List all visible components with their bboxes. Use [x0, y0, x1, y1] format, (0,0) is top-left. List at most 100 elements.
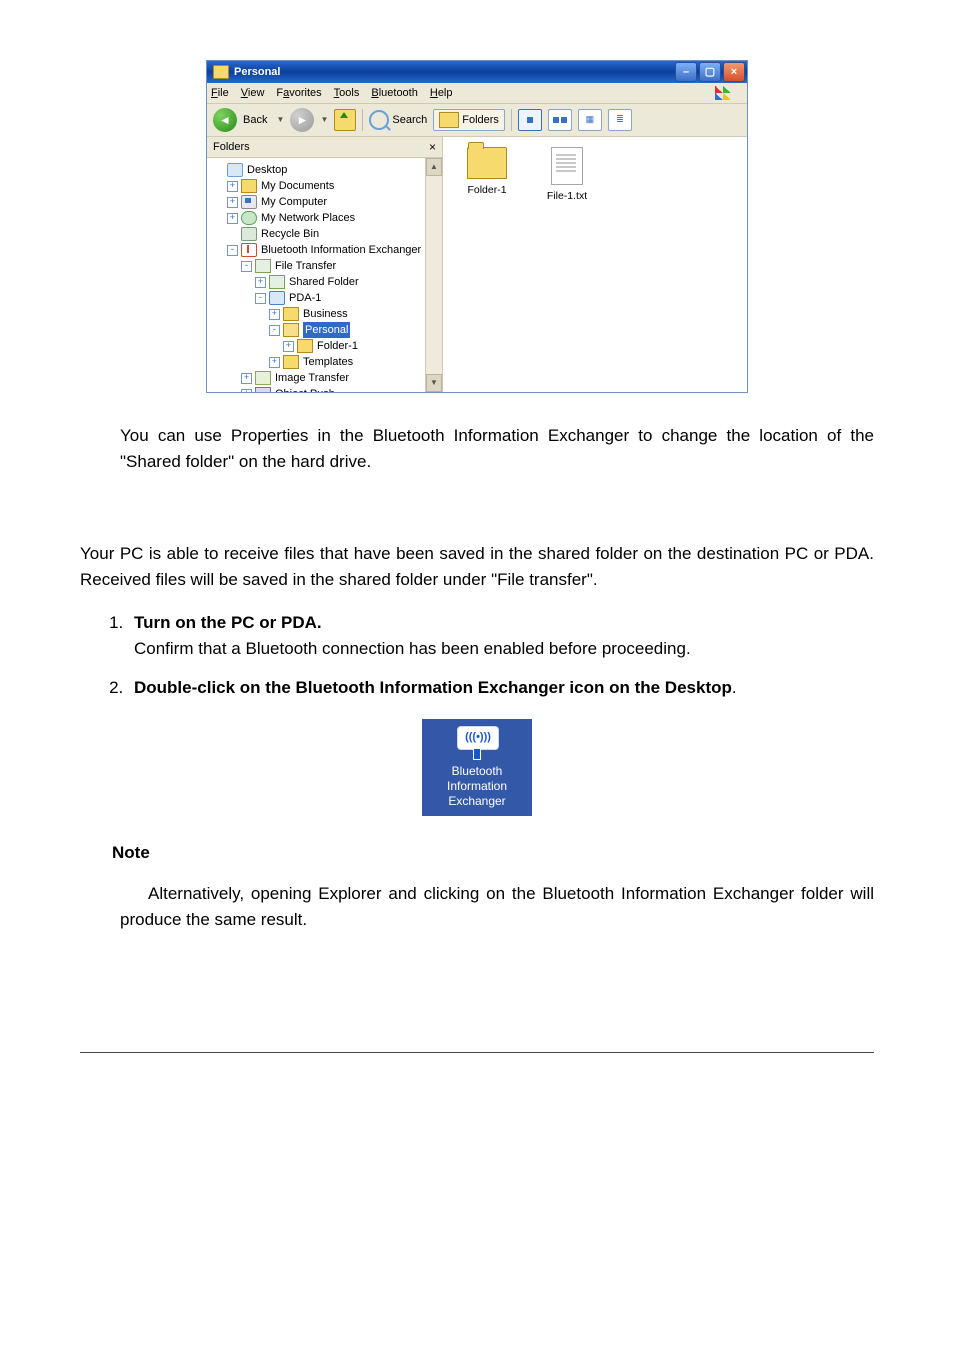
computer-icon	[241, 195, 257, 209]
scroll-down-icon[interactable]: ▼	[426, 374, 442, 392]
content-file1[interactable]: File-1.txt	[537, 147, 597, 205]
titlebar: Personal – ▢ ×	[207, 61, 747, 83]
tree-pda1[interactable]: -PDA-1	[213, 290, 425, 306]
bt-icon-label-3: Exchanger	[427, 794, 527, 809]
tree-desktop[interactable]: Desktop	[213, 162, 425, 178]
bt-icon-label-2: Information	[427, 779, 527, 794]
tree-bt-exchanger[interactable]: -Bluetooth Information Exchanger	[213, 242, 425, 258]
expand-icon[interactable]: +	[241, 373, 252, 384]
object-push-icon	[255, 387, 271, 392]
toolbar-separator	[362, 109, 363, 131]
tree-mycomputer[interactable]: +My Computer	[213, 194, 425, 210]
expand-icon[interactable]: +	[227, 197, 238, 208]
tree-templates[interactable]: +Templates	[213, 354, 425, 370]
window-buttons: – ▢ ×	[675, 62, 745, 82]
folder-icon	[297, 339, 313, 353]
bluetooth-antenna-icon	[457, 726, 497, 760]
expand-icon[interactable]: +	[227, 213, 238, 224]
desktop-icon	[227, 163, 243, 177]
view-icons-button[interactable]	[518, 109, 542, 131]
expand-icon[interactable]: +	[283, 341, 294, 352]
item-label: Folder-1	[467, 183, 506, 199]
menu-file[interactable]: File	[211, 85, 229, 102]
tree-file-transfer[interactable]: -File Transfer	[213, 258, 425, 274]
network-icon	[241, 211, 257, 225]
close-button[interactable]: ×	[723, 62, 745, 82]
explorer-body: Folders × Desktop +My Documents +My Comp…	[207, 137, 747, 392]
tree-image-transfer[interactable]: +Image Transfer	[213, 370, 425, 386]
folders-icon	[439, 112, 459, 128]
expand-icon[interactable]: +	[227, 181, 238, 192]
tree-recyclebin[interactable]: Recycle Bin	[213, 226, 425, 242]
tree-folder1[interactable]: +Folder-1	[213, 338, 425, 354]
scroll-track[interactable]	[426, 176, 442, 374]
tree-mydocuments[interactable]: +My Documents	[213, 178, 425, 194]
tree-business[interactable]: +Business	[213, 306, 425, 322]
folders-tree-panel: Folders × Desktop +My Documents +My Comp…	[207, 137, 443, 392]
bluetooth-exchanger-desktop-icon[interactable]: Bluetooth Information Exchanger	[422, 719, 532, 816]
toolbar: ◄ Back ▼ ► ▼ Search Folders ▦ ≣	[207, 104, 747, 137]
expand-icon[interactable]: +	[241, 389, 252, 393]
collapse-icon[interactable]: -	[269, 325, 280, 336]
minimize-button[interactable]: –	[675, 62, 697, 82]
folder-icon	[283, 355, 299, 369]
folder-icon	[283, 307, 299, 321]
tree-shared-folder[interactable]: +Shared Folder	[213, 274, 425, 290]
back-button[interactable]: ◄	[213, 108, 237, 132]
page: Personal – ▢ × File View Favorites Tools…	[80, 60, 874, 1053]
window-title: Personal	[234, 64, 675, 81]
folders-tree-header: Folders ×	[207, 137, 442, 158]
tree-scrollbar[interactable]: ▲ ▼	[425, 158, 442, 392]
folders-tree-body: Desktop +My Documents +My Computer +My N…	[207, 158, 442, 392]
content-panel[interactable]: Folder-1 File-1.txt	[443, 137, 747, 392]
up-button[interactable]	[334, 109, 356, 131]
collapse-icon[interactable]: -	[255, 293, 266, 304]
back-label[interactable]: Back ▼	[243, 112, 284, 129]
expand-icon[interactable]: +	[269, 357, 280, 368]
forward-caret: ▼	[320, 114, 328, 126]
folders-tree-title: Folders	[213, 139, 429, 156]
tree-personal[interactable]: -Personal	[213, 322, 425, 338]
step1-title: Turn on the PC or PDA.	[134, 613, 322, 632]
steps-list: Turn on the PC or PDA. Confirm that a Bl…	[102, 610, 874, 701]
collapse-icon[interactable]: -	[227, 245, 238, 256]
recycle-icon	[241, 227, 257, 241]
menu-help[interactable]: Help	[430, 85, 453, 102]
menu-bluetooth[interactable]: Bluetooth	[371, 85, 418, 102]
view-details-button[interactable]: ≣	[608, 109, 632, 131]
step1-body: Confirm that a Bluetooth connection has …	[134, 639, 691, 658]
scroll-up-icon[interactable]: ▲	[426, 158, 442, 176]
collapse-icon[interactable]: -	[241, 261, 252, 272]
tree-object-push[interactable]: +Object Push	[213, 386, 425, 392]
menu-favorites[interactable]: Favorites	[276, 85, 321, 102]
note-heading: Note	[112, 840, 874, 866]
step-1: Turn on the PC or PDA. Confirm that a Bl…	[128, 610, 874, 661]
expand-icon[interactable]: +	[269, 309, 280, 320]
search-icon	[369, 110, 389, 130]
folders-button[interactable]: Folders	[433, 109, 505, 132]
menu-view[interactable]: View	[241, 85, 265, 102]
forward-button[interactable]: ►	[290, 108, 314, 132]
search-button[interactable]: Search	[369, 110, 427, 130]
content-folder1[interactable]: Folder-1	[457, 147, 517, 205]
file-transfer-icon	[255, 259, 271, 273]
folders-tree[interactable]: Desktop +My Documents +My Computer +My N…	[207, 158, 425, 392]
expand-icon[interactable]: +	[255, 277, 266, 288]
step-2: Double-click on the Bluetooth Informatio…	[128, 675, 874, 701]
open-folder-icon	[283, 323, 299, 337]
folder-icon	[213, 65, 229, 79]
windows-flag-icon	[715, 86, 731, 100]
folder-icon	[467, 147, 507, 179]
view-list-button[interactable]	[548, 109, 572, 131]
pda-icon	[269, 291, 285, 305]
bt-icon-label-1: Bluetooth	[427, 764, 527, 779]
close-panel-button[interactable]: ×	[429, 138, 436, 156]
view-tiles-button[interactable]: ▦	[578, 109, 602, 131]
maximize-button[interactable]: ▢	[699, 62, 721, 82]
menu-tools[interactable]: Tools	[334, 85, 360, 102]
note-body: Alternatively, opening Explorer and clic…	[120, 881, 874, 932]
toolbar-separator-2	[511, 109, 512, 131]
explorer-window: Personal – ▢ × File View Favorites Tools…	[206, 60, 748, 393]
tree-mynetwork[interactable]: +My Network Places	[213, 210, 425, 226]
shared-folder-icon	[269, 275, 285, 289]
